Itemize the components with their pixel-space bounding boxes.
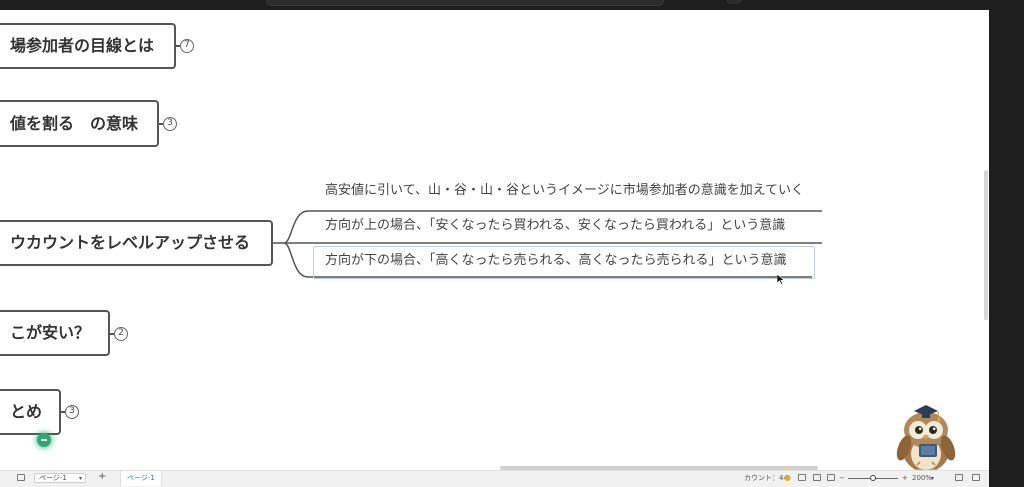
lightbulb-icon[interactable]: ●: [784, 473, 791, 482]
collapsed-count-badge[interactable]: 3: [163, 117, 177, 131]
node-label: 値を割る の意味: [10, 113, 139, 133]
chevron-down-icon[interactable]: ▾: [931, 474, 934, 483]
recording-indicator-icon[interactable]: [37, 433, 51, 447]
toolbar-button[interactable]: [726, 0, 742, 4]
mindmap-node-where-cheap[interactable]: こが安い？: [0, 310, 110, 356]
child-topic[interactable]: 方向が上の場合、「安くなったら買われる、安くなったら買われる」という意識: [325, 219, 785, 232]
fit-screen-icon[interactable]: [827, 474, 835, 481]
page-view-icon[interactable]: [17, 474, 25, 481]
mindmap-node-market-view[interactable]: 場参加者の目線とは: [0, 23, 176, 69]
word-count: カウント：44: [744, 474, 788, 482]
node-label: 場参加者の目線とは: [10, 36, 155, 55]
book-icon[interactable]: [798, 474, 806, 481]
add-page-button[interactable]: +: [98, 472, 106, 482]
address-field[interactable]: [266, 0, 664, 6]
owl-mascot-icon[interactable]: [892, 398, 960, 474]
mindmap-node-level-up[interactable]: ウカウントをレベルアップさせる: [0, 220, 273, 266]
window-top-bar: [0, 0, 1024, 10]
zoom-level[interactable]: 200%: [912, 474, 932, 483]
collapsed-count-badge[interactable]: 3: [65, 405, 79, 419]
vertical-scrollbar[interactable]: [984, 170, 988, 320]
status-bar: ページ-1 ▾ + ページ-1 カウント：44 ● − + 200% ▾: [0, 470, 989, 487]
mindmap-node-summary[interactable]: とめ: [0, 389, 61, 435]
panel-toggle-icon[interactable]: [972, 474, 980, 481]
page-select-value: ページ-1: [39, 474, 67, 482]
window-side-margin: [989, 10, 1024, 486]
tab-page-1[interactable]: ページ-1: [120, 471, 162, 486]
mindmap-canvas[interactable]: 場参加者の目線とは 7 値を割る の意味 3 ウカウントをレベルアップさせる 高…: [0, 10, 989, 470]
node-label: こが安い？: [10, 323, 91, 342]
zoom-out-button[interactable]: −: [839, 474, 845, 483]
node-label: ウカウントをレベルアップさせる: [10, 233, 251, 252]
layout-icon[interactable]: [813, 474, 821, 481]
page-select-dropdown[interactable]: ページ-1 ▾: [34, 473, 86, 483]
collapsed-count-badge[interactable]: 7: [180, 39, 194, 53]
zoom-in-button[interactable]: +: [902, 474, 908, 483]
zoom-slider-handle[interactable]: [870, 475, 876, 481]
mouse-cursor-icon: [777, 274, 785, 285]
fullscreen-icon[interactable]: [955, 474, 963, 481]
child-topic-selected[interactable]: 方向が下の場合、「高くなったら売られる、高くなったら売られる」という意識: [325, 254, 787, 267]
node-label: とめ: [10, 402, 43, 421]
mindmap-node-value-divide[interactable]: 値を割る の意味: [0, 100, 159, 147]
chevron-down-icon: ▾: [78, 475, 82, 482]
child-topic[interactable]: 高安値に引いて、山・谷・山・谷というイメージに市場参加者の意識を加えていく: [325, 184, 804, 197]
collapsed-count-badge[interactable]: 2: [114, 327, 128, 341]
